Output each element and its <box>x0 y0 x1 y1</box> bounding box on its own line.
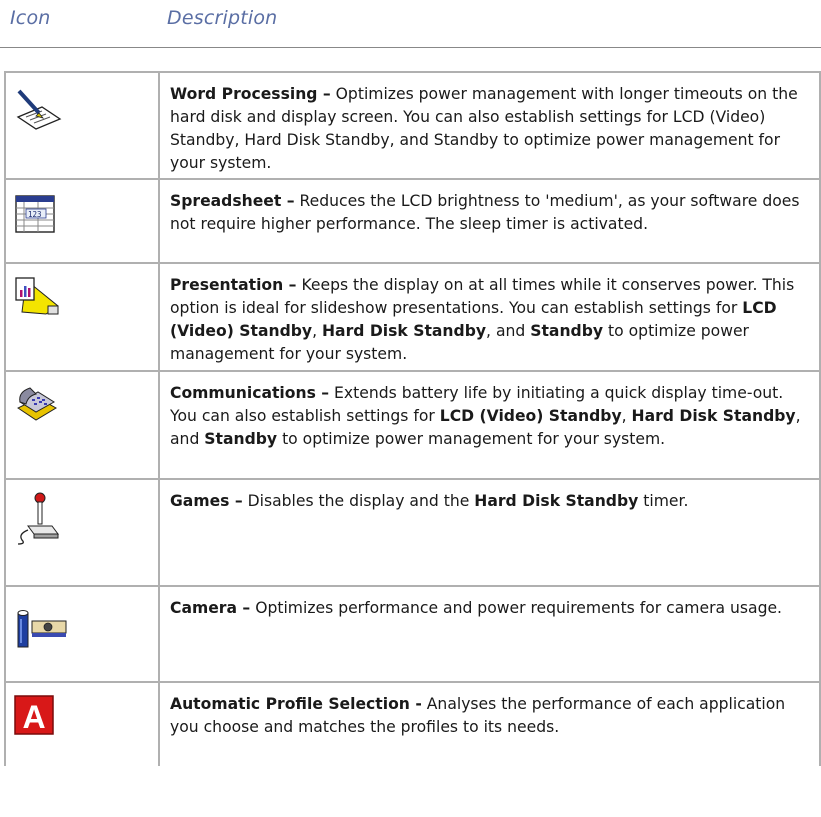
profile-text: , and <box>486 322 531 340</box>
profile-text: Disables the display and the <box>242 492 475 510</box>
svg-text:123: 123 <box>28 210 42 219</box>
setting-name: Hard Disk Standby <box>631 407 796 425</box>
power-profiles-table: Word Processing – Optimizes power manage… <box>4 71 821 766</box>
setting-name: Hard Disk Standby <box>474 492 639 510</box>
table-row: Word Processing – Optimizes power manage… <box>4 71 821 180</box>
automatic-profile-icon: A <box>14 695 54 735</box>
profile-description: Word Processing – Optimizes power manage… <box>158 71 821 180</box>
camera-icon <box>17 610 67 648</box>
profile-title: Communications – <box>170 384 330 402</box>
profile-title: Camera – <box>170 599 251 617</box>
profile-description: Games – Disables the display and the Har… <box>158 478 821 587</box>
column-header-icon: Icon <box>10 7 51 29</box>
profile-description: Communications – Extends battery life by… <box>158 370 821 480</box>
setting-name: Hard Disk Standby <box>322 322 487 340</box>
table-row: Camera – Optimizes performance and power… <box>4 585 821 683</box>
table-row: Games – Disables the display and the Har… <box>4 478 821 587</box>
profile-description: Automatic Profile Selection - Analyses t… <box>158 681 821 766</box>
profile-description: Presentation – Keeps the display on at a… <box>158 262 821 372</box>
setting-name: Standby <box>530 322 604 340</box>
table-header: Icon Description <box>0 0 821 40</box>
automatic-profile-letter: A <box>22 699 45 735</box>
profile-text: to optimize power management for your sy… <box>277 430 666 448</box>
games-joystick-icon <box>17 492 59 545</box>
profile-text: Optimizes performance and power requirem… <box>250 599 783 617</box>
communications-icon <box>17 387 57 421</box>
profile-text: timer. <box>638 492 689 510</box>
profile-description: Camera – Optimizes performance and power… <box>158 585 821 683</box>
table-row: A Automatic Profile Selection - Analyses… <box>4 681 821 766</box>
header-rule <box>0 47 821 48</box>
profile-title: Automatic Profile Selection - <box>170 695 422 713</box>
table-row: 123 Spreadsheet – Reduces the LCD bright… <box>4 178 821 264</box>
column-header-description: Description <box>167 7 278 29</box>
word-processing-icon <box>16 89 62 130</box>
profile-title: Presentation – <box>170 276 297 294</box>
profile-text: , <box>312 322 322 340</box>
profile-description: Spreadsheet – Reduces the LCD brightness… <box>158 178 821 264</box>
setting-name: Standby <box>204 430 278 448</box>
table-row: Presentation – Keeps the display on at a… <box>4 262 821 372</box>
profile-text: , <box>621 407 632 425</box>
spreadsheet-icon: 123 <box>15 195 55 233</box>
profile-title: Spreadsheet – <box>170 192 295 210</box>
presentation-icon <box>15 277 59 315</box>
profile-title: Word Processing – <box>170 85 331 103</box>
profile-title: Games – <box>170 492 243 510</box>
table-row: Communications – Extends battery life by… <box>4 370 821 480</box>
setting-name: LCD (Video) Standby <box>439 407 622 425</box>
